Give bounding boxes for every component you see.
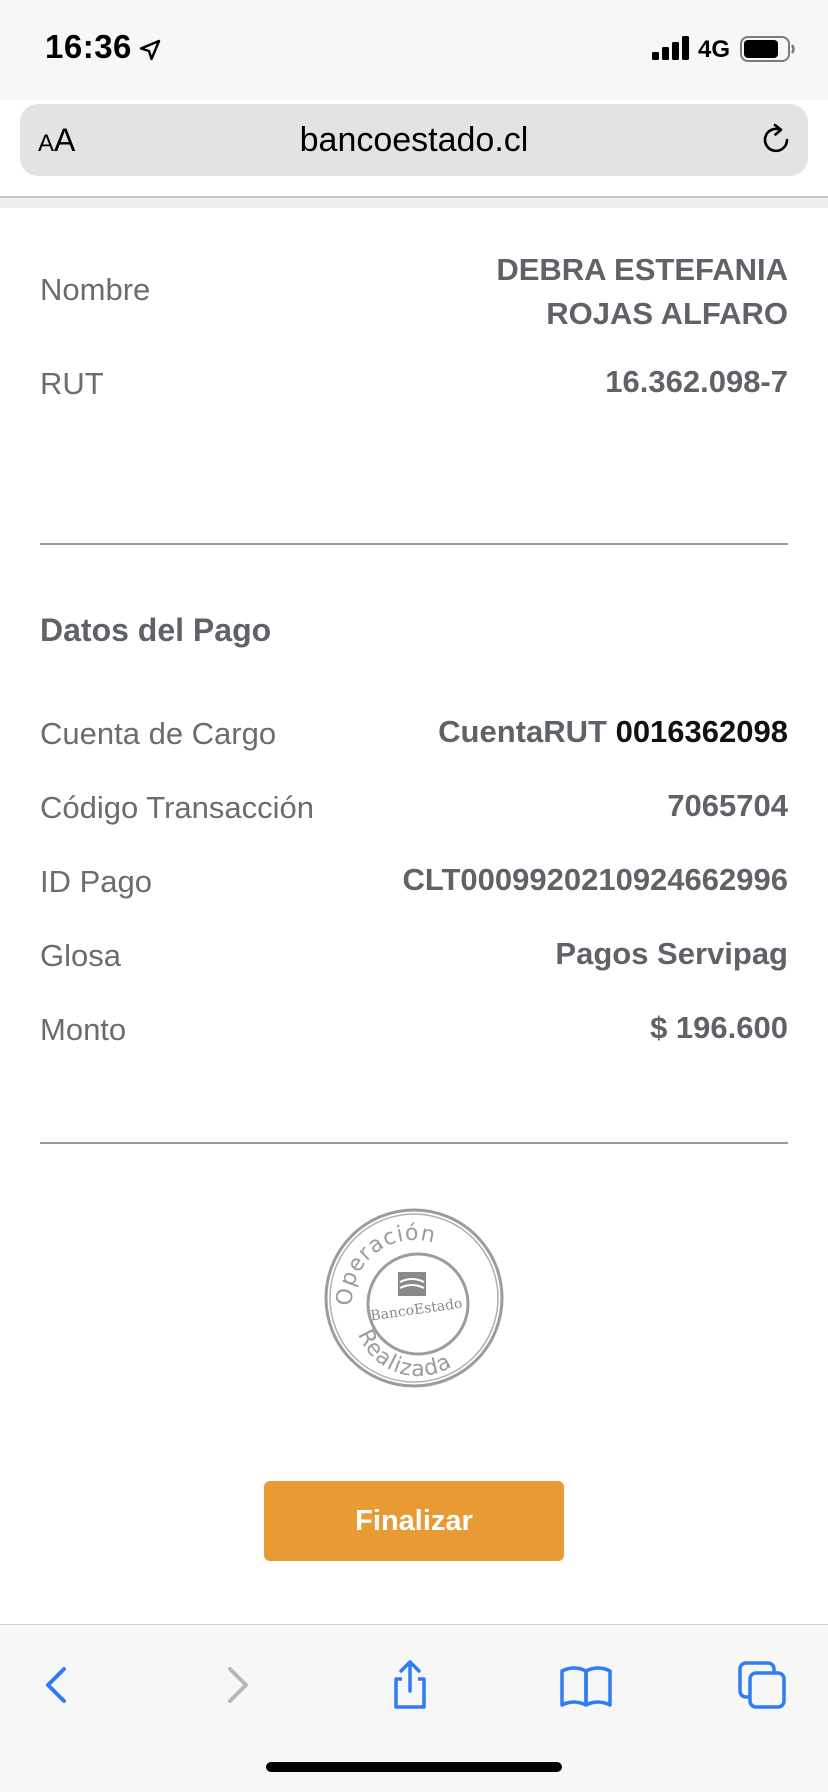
location-arrow-icon (139, 39, 161, 61)
amount-row: Monto $ 196.600 (40, 1010, 788, 1060)
payment-id-row: ID Pago CLT0009920210924662996 (40, 862, 788, 912)
name-value: DEBRA ESTEFANIA ROJAS ALFARO (496, 248, 788, 336)
stamp-logo-text: BancoEstado (369, 1296, 463, 1325)
account-value: CuentaRUT 0016362098 (438, 710, 788, 754)
finalize-button[interactable]: Finalizar (264, 1481, 564, 1561)
amount-label: Monto (40, 1012, 127, 1047)
cellular-signal-icon (652, 36, 689, 60)
rut-label: RUT (40, 366, 104, 401)
network-type: 4G (698, 36, 731, 63)
rut-row: RUT 16.362.098-7 (40, 364, 788, 414)
name-line-1: DEBRA ESTEFANIA (496, 252, 788, 287)
url-text[interactable]: bancoestado.cl (20, 104, 808, 176)
tabs-icon[interactable] (734, 1657, 790, 1713)
gloss-value: Pagos Servipag (555, 936, 788, 971)
status-bar: 16:36 4G (0, 0, 828, 100)
payment-id-label: ID Pago (40, 864, 153, 899)
section-divider-bottom (40, 1142, 788, 1144)
book-icon[interactable] (558, 1657, 614, 1713)
gloss-row: Glosa Pagos Servipag (40, 936, 788, 986)
chevron-right-icon[interactable] (208, 1657, 264, 1713)
account-label: Cuenta de Cargo (40, 716, 277, 751)
address-bar[interactable]: bancoestado.cl AA (20, 104, 808, 176)
account-number: 0016362098 (615, 714, 788, 749)
name-line-2: ROJAS ALFARO (546, 296, 788, 331)
transaction-label: Código Transacción (40, 790, 314, 825)
rut-value: 16.362.098-7 (605, 364, 788, 399)
reader-settings-button[interactable]: AA (38, 118, 94, 162)
name-value-block: DEBRA ESTEFANIA ROJAS ALFARO (40, 248, 788, 338)
payment-id-value: CLT0009920210924662996 (402, 862, 788, 897)
status-time: 16:36 (45, 28, 132, 65)
account-type: CuentaRUT (438, 714, 607, 749)
home-indicator[interactable] (266, 1762, 562, 1772)
share-icon[interactable] (382, 1657, 438, 1713)
battery-icon (740, 36, 795, 62)
transaction-row: Código Transacción 7065704 (40, 788, 788, 838)
aa-large: A (54, 122, 76, 158)
chevron-left-icon[interactable] (30, 1657, 86, 1713)
bancoestado-logo-icon (398, 1272, 426, 1296)
amount-value: $ 196.600 (650, 1010, 788, 1045)
payment-section-title: Datos del Pago (40, 612, 272, 648)
aa-small: A (38, 130, 55, 157)
operation-completed-stamp: Operación Realizada BancoEstado (324, 1208, 504, 1388)
transaction-value: 7065704 (667, 788, 788, 823)
section-divider-top (40, 543, 788, 545)
account-row: Cuenta de Cargo CuentaRUT 0016362098 (40, 714, 788, 764)
reload-icon[interactable] (758, 122, 794, 158)
gloss-label: Glosa (40, 938, 121, 973)
header-shadow (0, 198, 828, 208)
